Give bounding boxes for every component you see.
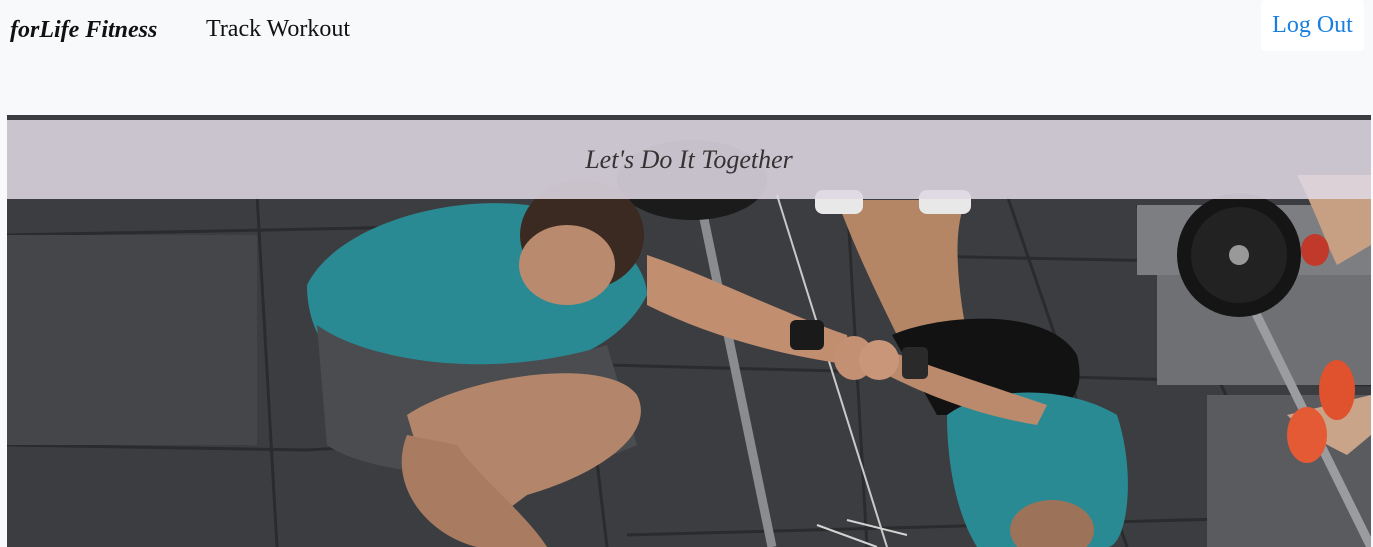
logout-button[interactable]: Log Out: [1261, 0, 1364, 51]
hero-title: Let's Do It Together: [585, 145, 793, 174]
nav-link-track-workout[interactable]: Track Workout: [206, 16, 350, 43]
top-navbar: forLife Fitness Track Workout Log Out: [0, 0, 1373, 70]
brand-logo[interactable]: forLife Fitness: [10, 17, 157, 44]
hero-section: Let's Do It Together: [7, 115, 1371, 547]
